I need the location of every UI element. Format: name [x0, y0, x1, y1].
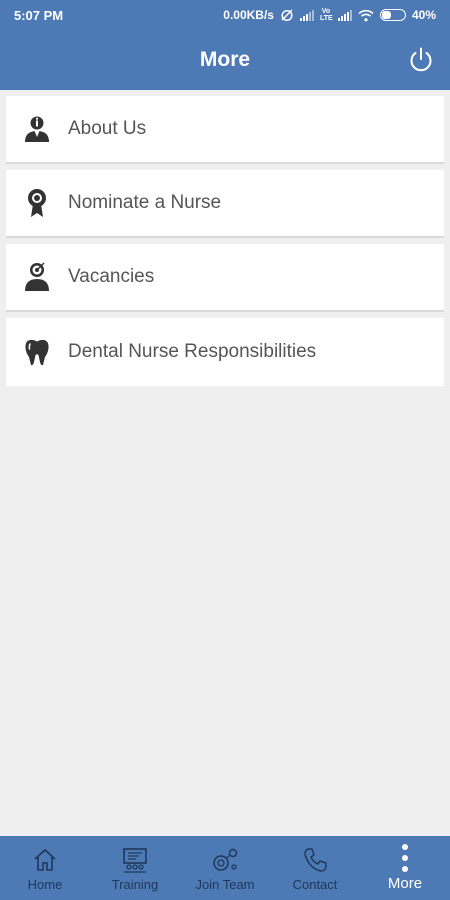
- menu-item-label: Dental Nurse Responsibilities: [68, 341, 317, 362]
- nav-item-contact[interactable]: Contact: [270, 845, 360, 892]
- nav-item-training[interactable]: Training: [90, 845, 180, 892]
- nav-item-join-team[interactable]: Join Team: [180, 845, 270, 892]
- nav-label: More: [387, 875, 423, 892]
- status-time: 5:07 PM: [14, 7, 64, 23]
- menu-item-label: Vacancies: [68, 266, 155, 287]
- nav-item-more[interactable]: More: [360, 843, 450, 892]
- nav-label: Contact: [292, 877, 338, 892]
- power-icon[interactable]: [406, 45, 436, 75]
- menu-item-about-us[interactable]: About Us: [6, 96, 444, 164]
- more-vertical-icon: [402, 844, 408, 872]
- menu-item-vacancies[interactable]: Vacancies: [6, 244, 444, 312]
- menu-item-label: Nominate a Nurse: [68, 192, 222, 213]
- battery-percent: 40%: [411, 8, 436, 22]
- target-person-icon: [25, 262, 49, 291]
- tooth-icon: [25, 339, 49, 366]
- home-icon: [34, 848, 56, 871]
- lte-label: Vo LTE: [319, 8, 333, 22]
- nav-label: Join Team: [195, 877, 255, 892]
- app-header: More: [0, 30, 450, 90]
- menu-item-label: About Us: [68, 118, 147, 139]
- alarm-off-icon: [281, 9, 293, 22]
- signal-icon: [337, 9, 352, 21]
- signal-icon: [299, 9, 314, 21]
- join-team-icon: [213, 848, 238, 871]
- nav-label: Home: [27, 877, 63, 892]
- info-person-icon: [25, 116, 49, 142]
- status-bar: 5:07 PM 0.00KB/s Vo LTE 40%: [0, 0, 450, 30]
- page-title: More: [199, 48, 251, 71]
- phone-icon: [304, 848, 327, 872]
- nav-label: Training: [111, 877, 159, 892]
- wifi-icon: [358, 9, 374, 21]
- menu-item-nominate-a-nurse[interactable]: Nominate a Nurse: [6, 170, 444, 238]
- bottom-nav: Home Training Join Team Contact More: [0, 836, 450, 900]
- menu-item-dental-nurse-responsibilities[interactable]: Dental Nurse Responsibilities: [6, 318, 444, 386]
- more-menu-list: About Us Nominate a Nurse Vacancies Dent…: [6, 96, 444, 392]
- status-icons: 0.00KB/s Vo LTE 40%: [223, 8, 436, 22]
- battery-icon: [379, 9, 406, 21]
- nav-item-home[interactable]: Home: [0, 845, 90, 892]
- network-speed: 0.00KB/s: [223, 8, 274, 22]
- training-icon: [123, 848, 147, 873]
- award-ribbon-icon: [28, 189, 46, 217]
